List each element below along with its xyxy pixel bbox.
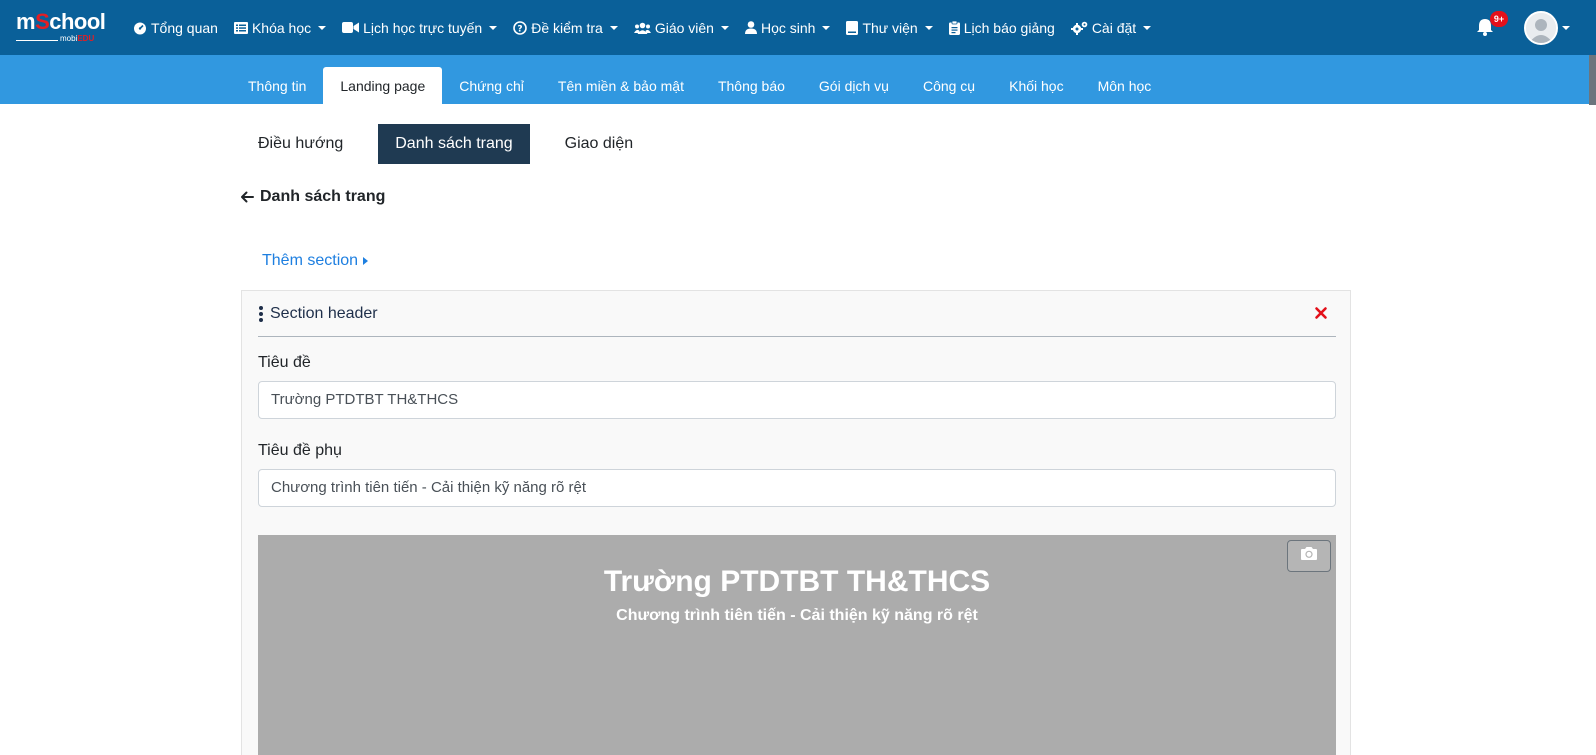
nav-item-lich-hoc-truc-tuyen[interactable]: Lịch học trực tuyến [342, 19, 498, 36]
page: mSchool mobiEDU Tổng quan Khóa học Lịch … [0, 0, 1596, 755]
tab-cong-cu[interactable]: Công cụ [906, 67, 992, 104]
avatar[interactable] [1524, 11, 1558, 45]
header-preview: Trường PTDTBT TH&THCS Chương trình tiên … [258, 535, 1336, 755]
logo-subline: mobiEDU [16, 35, 116, 43]
logo-wordmark: mSchool [16, 9, 106, 34]
nav-item-lich-bao-giang[interactable]: Lịch báo giảng [948, 19, 1055, 36]
subtitle-label: Tiêu đề phụ [258, 442, 342, 459]
nav-item-khoa-hoc[interactable]: Khóa học [233, 19, 327, 36]
scrollbar[interactable] [1589, 55, 1596, 105]
chevron-down-icon [924, 25, 933, 30]
cogs-icon [1070, 21, 1088, 35]
chevron-down-icon [318, 25, 327, 30]
tab-danh-sach-trang[interactable]: Danh sách trang [378, 124, 530, 164]
caret-right-icon [363, 257, 369, 265]
back-link-label: Danh sách trang [260, 188, 386, 205]
dashboard-icon [133, 21, 147, 35]
nav-item-de-kiem-tra[interactable]: ? Đề kiểm tra [513, 20, 618, 36]
nav-item-thu-vien[interactable]: Thư viện [846, 19, 933, 36]
tab-thong-bao[interactable]: Thông báo [701, 67, 802, 104]
tab-chung-chi[interactable]: Chứng chỉ [442, 67, 541, 104]
tab-landing-page[interactable]: Landing page [323, 67, 443, 104]
top-navbar: mSchool mobiEDU Tổng quan Khóa học Lịch … [0, 0, 1596, 55]
nav-label: Học sinh [760, 19, 816, 36]
tab-dieu-huong[interactable]: Điều hướng [241, 124, 360, 164]
nav-item-hoc-sinh[interactable]: Học sinh [744, 19, 831, 36]
nav-label: Giáo viên [654, 19, 714, 36]
clipboard-icon [948, 20, 960, 35]
back-link[interactable]: Danh sách trang [240, 188, 385, 206]
nav-label: Đề kiểm tra [531, 19, 603, 36]
tab-ten-mien-bao-mat[interactable]: Tên miền & bảo mật [541, 67, 701, 104]
nav-item-cai-dat[interactable]: Cài đặt [1070, 19, 1152, 36]
title-label: Tiêu đề [258, 354, 311, 371]
users-icon [633, 21, 651, 35]
tab-thong-tin[interactable]: Thông tin [231, 67, 323, 104]
tab-khoi-hoc[interactable]: Khối học [992, 67, 1080, 104]
notification-badge: 9+ [1490, 11, 1508, 27]
list-icon [233, 21, 248, 35]
add-section-label: Thêm section [262, 252, 359, 269]
preview-title: Trường PTDTBT TH&THCS [603, 565, 991, 598]
add-section-button[interactable]: Thêm section [262, 252, 369, 270]
nav-item-tong-quan[interactable]: Tổng quan [133, 20, 218, 36]
section-title: Section header [270, 304, 378, 322]
drag-handle-icon[interactable] [258, 305, 264, 322]
user-icon [744, 21, 757, 35]
chevron-down-icon [1143, 25, 1152, 30]
nav-label: Tổng quan [151, 19, 218, 36]
preview-subtitle: Chương trình tiên tiến - Cải thiện kỹ nă… [616, 607, 978, 624]
video-camera-icon [342, 21, 360, 35]
settings-subnav: Thông tin Landing page Chứng chỉ Tên miề… [0, 55, 1596, 104]
tab-goi-dich-vu[interactable]: Gói dịch vụ [802, 67, 906, 104]
nav-item-giao-vien[interactable]: Giáo viên [633, 19, 729, 36]
subtitle-input[interactable]: Chương trình tiên tiến - Cải thiện kỹ nă… [258, 469, 1336, 507]
settings-tabs: Thông tin Landing page Chứng chỉ Tên miề… [231, 67, 1168, 104]
arrow-left-icon [240, 190, 254, 204]
landing-page-tabs: Điều hướng Danh sách trang Giao diện [241, 124, 650, 164]
mschool-logo[interactable]: mSchool mobiEDU [16, 10, 116, 44]
book-icon [846, 20, 859, 35]
section-card-header: Section header [258, 291, 1336, 337]
chevron-down-icon [822, 25, 831, 30]
nav-label: Lịch học trực tuyến [363, 19, 483, 36]
chevron-down-icon[interactable] [1562, 26, 1570, 30]
close-icon[interactable] [1314, 306, 1328, 320]
nav-label: Lịch báo giảng [963, 19, 1055, 36]
title-input[interactable]: Trường PTDTBT TH&THCS [258, 381, 1336, 419]
chevron-down-icon [609, 25, 618, 30]
tab-giao-dien[interactable]: Giao diện [548, 124, 651, 164]
nav-label: Cài đặt [1091, 19, 1137, 36]
main-menu: Tổng quan Khóa học Lịch học trực tuyến ? [133, 0, 1167, 55]
nav-label: Thư viện [862, 19, 918, 36]
question-circle-icon: ? [513, 20, 528, 35]
chevron-down-icon [720, 25, 729, 30]
chevron-down-icon [489, 25, 498, 30]
tab-mon-hoc[interactable]: Môn học [1081, 67, 1169, 104]
nav-label: Khóa học [251, 19, 312, 36]
section-card: Section header Tiêu đề Trường PTDTBT TH&… [241, 290, 1351, 755]
camera-icon [1300, 546, 1318, 566]
svg-text:?: ? [518, 24, 523, 34]
change-image-button[interactable] [1287, 540, 1331, 572]
